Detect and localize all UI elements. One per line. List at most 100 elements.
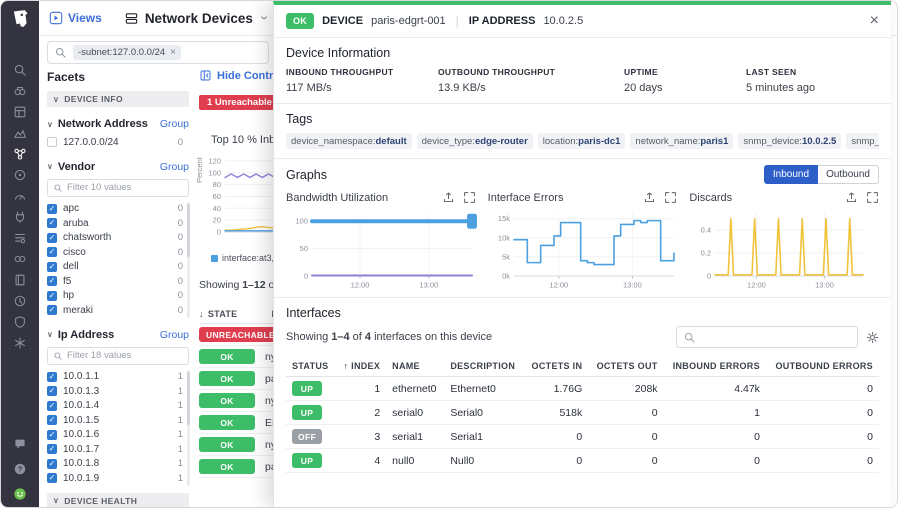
column-header[interactable]: DESCRIPTION [444, 356, 523, 377]
metrics-icon[interactable] [1, 188, 39, 203]
search-filter-chip[interactable]: -subnet:127.0.0.0/24 × [73, 45, 181, 60]
assistant-icon[interactable] [1, 486, 39, 501]
expand-icon[interactable] [664, 191, 677, 204]
expand-icon[interactable] [866, 191, 879, 204]
column-header[interactable]: OUTBOUND ERRORS [766, 356, 879, 377]
export-icon[interactable] [845, 191, 858, 204]
facet-item[interactable]: ✓ chatsworth 0 [47, 231, 189, 246]
gear-icon[interactable] [866, 331, 879, 344]
group-link[interactable]: Group [160, 118, 189, 130]
ci-icon[interactable] [1, 251, 39, 266]
facet-item[interactable]: ✓ 10.0.1.5 1 [47, 413, 189, 428]
tag-pill[interactable]: device_namespace:default [286, 133, 412, 149]
tag-pill[interactable]: network_name:paris1 [630, 133, 733, 149]
column-header[interactable]: OCTETS IN [524, 356, 589, 377]
tag-pill[interactable]: snmp_host:paris-edgrt-001 [846, 133, 879, 149]
inbound-toggle-button[interactable]: Inbound [764, 165, 818, 184]
facet-item[interactable]: ✓ 10.0.1.6 1 [47, 428, 189, 443]
facet-title[interactable]: ∨ Ip Address Group [47, 329, 189, 341]
chat-icon[interactable] [1, 436, 39, 451]
facet-item[interactable]: ✓ 10.0.1.1 1 [47, 370, 189, 385]
expand-icon[interactable] [463, 191, 476, 204]
network-map-icon[interactable] [1, 146, 39, 161]
facet-group-header[interactable]: ∨DEVICE INFO [47, 91, 189, 107]
security-icon[interactable] [1, 314, 39, 329]
facet-title[interactable]: ∨ Vendor Group [47, 161, 189, 173]
tag-pill[interactable]: snmp_device:10.0.2.5 [738, 133, 841, 149]
checkbox[interactable]: ✓ [47, 276, 57, 286]
facet-item[interactable]: ✓ aruba 0 [47, 216, 189, 231]
dashboards-icon[interactable] [1, 104, 39, 119]
help-icon[interactable]: ? [1, 461, 39, 476]
checkbox[interactable]: ✓ [47, 218, 57, 228]
checkbox[interactable]: ✓ [47, 372, 57, 382]
unreachable-segment[interactable]: 1 Unreachable [199, 95, 280, 110]
checkbox[interactable]: ✓ [47, 262, 57, 272]
facet-item[interactable]: ✓ dell 0 [47, 260, 189, 275]
facet-item[interactable]: ✓ cisco 0 [47, 245, 189, 260]
remove-chip-icon[interactable]: × [170, 47, 176, 58]
watchdog-icon[interactable] [1, 83, 39, 98]
facet-item[interactable]: ✓ hp 0 [47, 289, 189, 304]
checkbox[interactable]: ✓ [47, 401, 57, 411]
facet-filter-input[interactable]: Filter 10 values [47, 179, 189, 197]
group-link[interactable]: Group [160, 161, 189, 173]
facet-item[interactable]: ✓ 10.0.1.4 1 [47, 399, 189, 414]
checkbox[interactable]: ✓ [47, 247, 57, 257]
close-icon[interactable]: × [870, 13, 879, 29]
outbound-toggle-button[interactable]: Outbound [818, 165, 879, 184]
checkbox[interactable]: ✓ [47, 459, 57, 469]
settings-icon[interactable] [1, 335, 39, 350]
checkbox[interactable]: ✓ [47, 430, 57, 440]
bandwidth-utilization-chart[interactable]: 05010012:0013:00 [286, 207, 478, 289]
facet-item[interactable]: 127.0.0.0/24 0 [47, 135, 189, 150]
checkbox[interactable]: ✓ [47, 204, 57, 214]
monitors-icon[interactable] [1, 293, 39, 308]
facet-item[interactable]: ✓ 10.0.1.8 1 [47, 457, 189, 472]
checkbox[interactable]: ✓ [47, 473, 57, 483]
page-title[interactable]: Network Devices [124, 11, 269, 26]
facet-item[interactable]: ✓ apc 0 [47, 202, 189, 217]
column-header[interactable]: INBOUND ERRORS [664, 356, 766, 377]
checkbox[interactable]: ✓ [47, 386, 57, 396]
interfaces-search-input[interactable] [676, 326, 858, 348]
checkbox[interactable]: ✓ [47, 444, 57, 454]
facet-title[interactable]: ∨ Network Address Group [47, 118, 189, 130]
export-icon[interactable] [442, 191, 455, 204]
checkbox[interactable]: ✓ [47, 305, 57, 315]
discards-chart[interactable]: 00.20.412:0013:00 [689, 207, 869, 289]
integrations-icon[interactable] [1, 209, 39, 224]
facet-search-input[interactable]: -subnet:127.0.0.0/24 × [47, 41, 269, 64]
interface-row[interactable]: UP 2serial0Serial0 518k0 10 [286, 401, 879, 425]
checkbox[interactable]: ✓ [47, 415, 57, 425]
notebooks-icon[interactable] [1, 272, 39, 287]
facet-group-header[interactable]: ∨DEVICE HEALTH [47, 493, 189, 508]
facet-filter-input[interactable]: Filter 18 values [47, 347, 189, 365]
facet-item[interactable]: ✓ meraki 0 [47, 303, 189, 318]
views-button[interactable]: Views [49, 11, 102, 25]
column-header[interactable]: ↑ INDEX [336, 356, 386, 377]
facet-item[interactable]: ✓ 10.0.1.3 1 [47, 384, 189, 399]
interface-errors-chart[interactable]: 0k5k10k15k12:0013:00 [488, 207, 680, 289]
tag-pill[interactable]: device_type:edge-router [417, 133, 533, 149]
checkbox[interactable]: ✓ [47, 233, 57, 243]
column-header[interactable]: NAME [386, 356, 444, 377]
interface-row[interactable]: UP 4null0Null0 00 00 [286, 449, 879, 473]
export-icon[interactable] [643, 191, 656, 204]
column-header[interactable]: OCTETS OUT [588, 356, 663, 377]
interface-row[interactable]: OFF 3serial1Serial1 00 00 [286, 425, 879, 449]
tag-pill[interactable]: location:paris-dc1 [538, 133, 626, 149]
logs-icon[interactable] [1, 230, 39, 245]
datadog-logo-icon[interactable] [9, 8, 31, 30]
checkbox[interactable]: ✓ [47, 291, 57, 301]
apm-icon[interactable] [1, 167, 39, 182]
group-link[interactable]: Group [160, 329, 189, 341]
facet-item[interactable]: ✓ 10.0.1.9 1 [47, 471, 189, 486]
interface-row[interactable]: UP 1ethernet0Ethernet0 1.76G208k 4.47k0 [286, 377, 879, 401]
infrastructure-icon[interactable] [1, 125, 39, 140]
search-icon[interactable] [1, 62, 39, 77]
checkbox[interactable] [47, 137, 57, 147]
column-header[interactable]: STATUS [286, 356, 336, 377]
facet-item[interactable]: ✓ 10.0.1.7 1 [47, 442, 189, 457]
facet-item[interactable]: ✓ f5 0 [47, 274, 189, 289]
